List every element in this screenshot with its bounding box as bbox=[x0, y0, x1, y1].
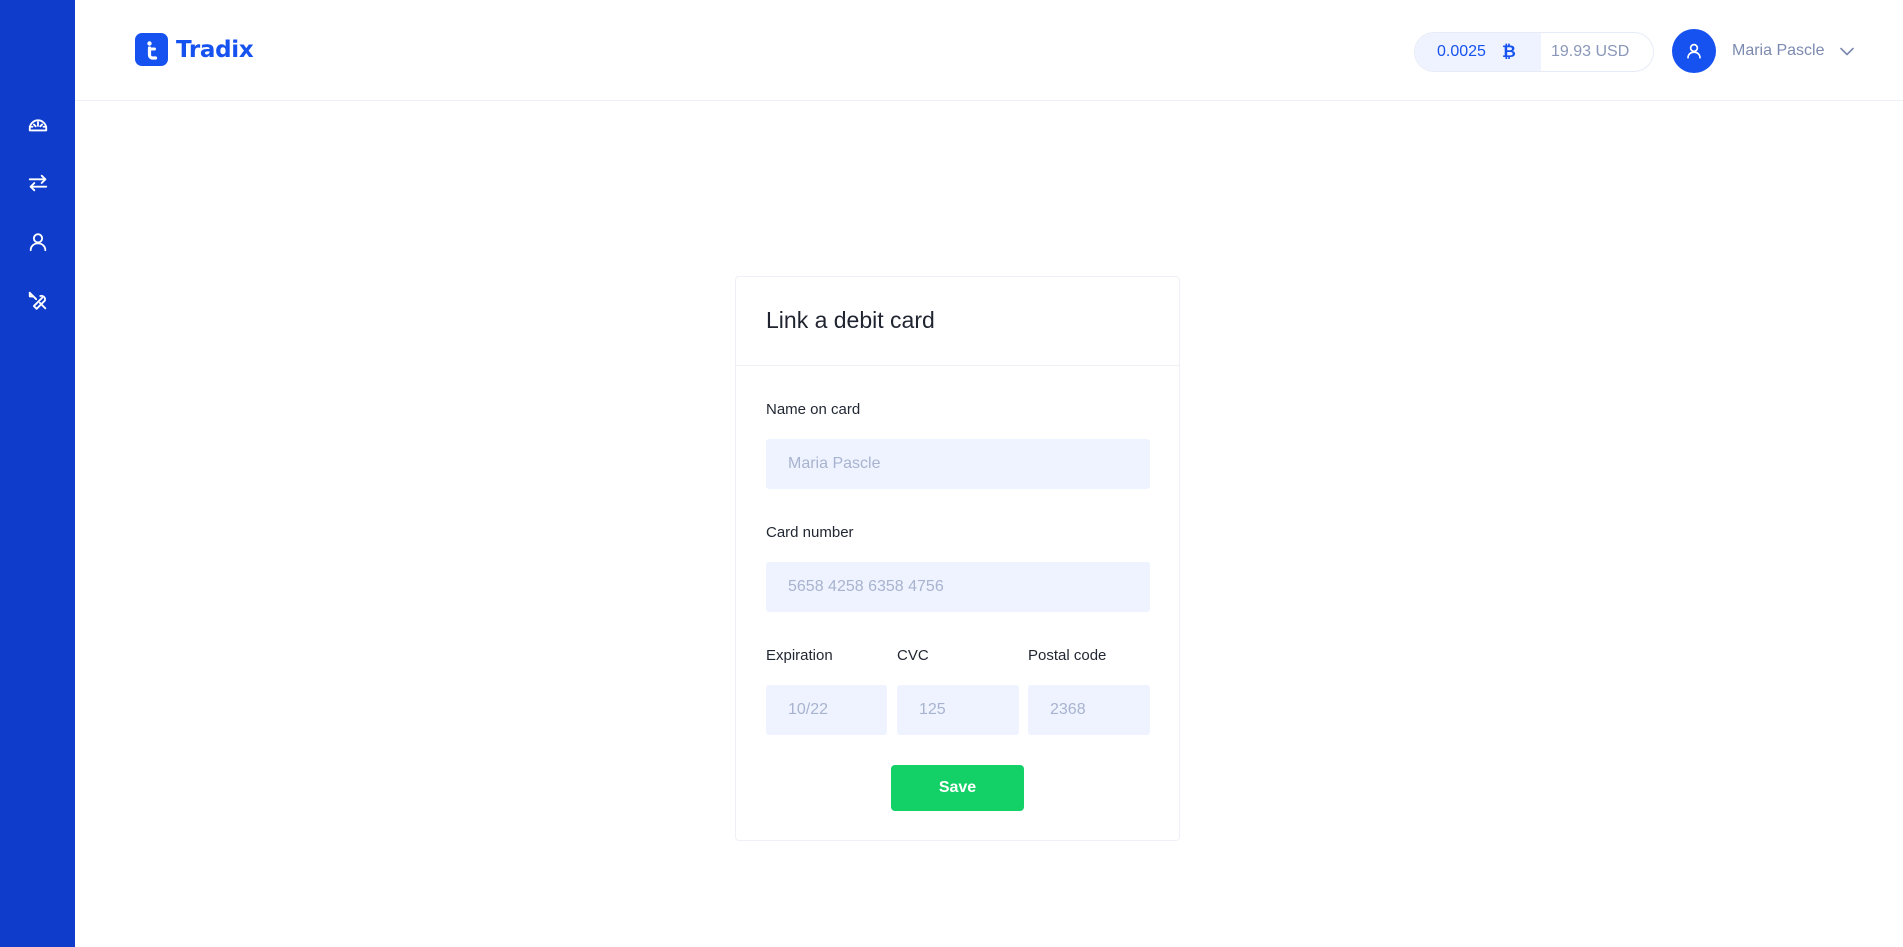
exchange-icon[interactable] bbox=[24, 169, 52, 197]
card-number-input[interactable]: 5658 4258 6358 4756 bbox=[766, 562, 1150, 612]
user-name[interactable]: Maria Pascle bbox=[1732, 42, 1824, 60]
card-header: Link a debit card bbox=[736, 277, 1179, 366]
app-name: Tradix bbox=[176, 36, 254, 63]
user-menu[interactable]: Maria Pascle bbox=[1672, 29, 1855, 73]
name-on-card-label: Name on card bbox=[766, 401, 861, 418]
top-header: Tradix 0.0025 ₿ 19.93 USD Maria Pascle bbox=[75, 0, 1903, 101]
postal-code-label: Postal code bbox=[1028, 647, 1107, 664]
crypto-amount: 0.0025 bbox=[1437, 43, 1486, 60]
fiat-balance: 19.93 USD bbox=[1551, 43, 1630, 60]
avatar[interactable] bbox=[1672, 29, 1716, 73]
form-title: Link a debit card bbox=[766, 306, 935, 333]
name-on-card-input[interactable]: Maria Pascle bbox=[766, 439, 1150, 489]
expiration-input[interactable]: 10/22 bbox=[766, 685, 887, 735]
tools-icon[interactable] bbox=[24, 287, 52, 315]
card-number-label: Card number bbox=[766, 524, 854, 541]
cvc-label: CVC bbox=[897, 647, 929, 664]
postal-code-input[interactable]: 2368 bbox=[1028, 685, 1150, 735]
save-button[interactable]: Save bbox=[891, 765, 1024, 811]
link-debit-card-form: Link a debit card Name on card Maria Pas… bbox=[735, 276, 1180, 841]
expiration-label: Expiration bbox=[766, 647, 833, 664]
wallet-balance[interactable]: 0.0025 ₿ 19.93 USD bbox=[1414, 32, 1654, 72]
user-icon[interactable] bbox=[24, 228, 52, 256]
dashboard-icon[interactable] bbox=[24, 110, 52, 138]
crypto-balance: 0.0025 ₿ bbox=[1415, 33, 1541, 71]
app-logo[interactable]: Tradix bbox=[135, 33, 254, 66]
cvc-input[interactable]: 125 bbox=[897, 685, 1019, 735]
logo-mark-icon bbox=[135, 33, 168, 66]
bitcoin-icon: ₿ bbox=[1501, 42, 1516, 61]
chevron-down-icon[interactable] bbox=[1840, 47, 1855, 56]
sidebar bbox=[0, 0, 75, 947]
